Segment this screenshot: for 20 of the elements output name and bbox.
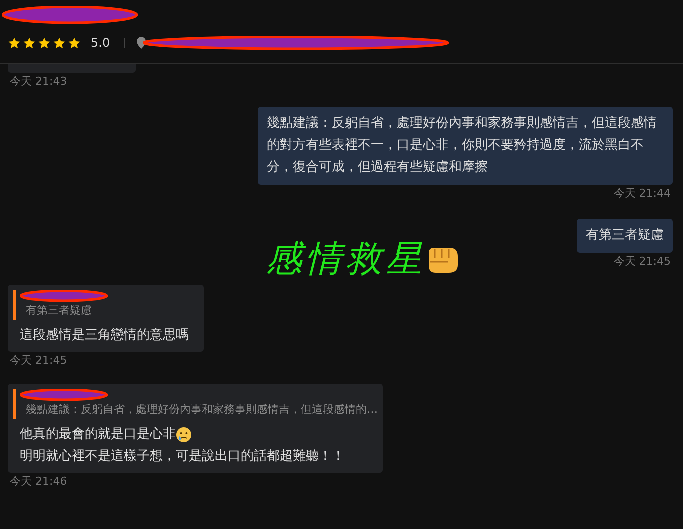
star-icon: [38, 36, 51, 50]
rating-value: 5.0: [91, 35, 110, 52]
timestamp: 今天 21:45: [612, 255, 672, 269]
overlay-caption: 感情救星: [266, 238, 426, 282]
star-icon: [8, 36, 21, 50]
star-icon: [23, 36, 36, 50]
fist-icon: [426, 245, 460, 275]
message-text: 他真的最會的就是口是心非: [20, 426, 176, 444]
message-bubble: 有第三者疑慮: [577, 219, 673, 253]
message-bubble: 幾點建議：反躬自省，處理好份內事和家務事則感情吉，但這段感情的對方有些表裡不一，口是心非，你則不要矜持過度，流於黑白不分，復合可成，但過程有些疑慮和摩擦: [258, 107, 673, 185]
star-icon: [68, 36, 81, 50]
message-text: 這段感情是三角戀情的意思嗎: [20, 327, 189, 345]
timestamp: 今天 21:43: [9, 75, 68, 89]
star-icon: [53, 36, 66, 50]
timestamp: 今天 21:45: [9, 354, 68, 368]
timestamp: 今天 21:44: [612, 187, 672, 201]
quoted-message: 幾點建議：反躬自省，處理好份內事和家務事則感情吉，但這段感情的…: [25, 402, 378, 418]
message-text: 明明就心裡不是這樣子想，可是說出口的話都超難聽！！: [20, 448, 345, 466]
timestamp: 今天 21:46: [9, 475, 68, 489]
quoted-message: 有第三者疑慮: [25, 303, 93, 319]
